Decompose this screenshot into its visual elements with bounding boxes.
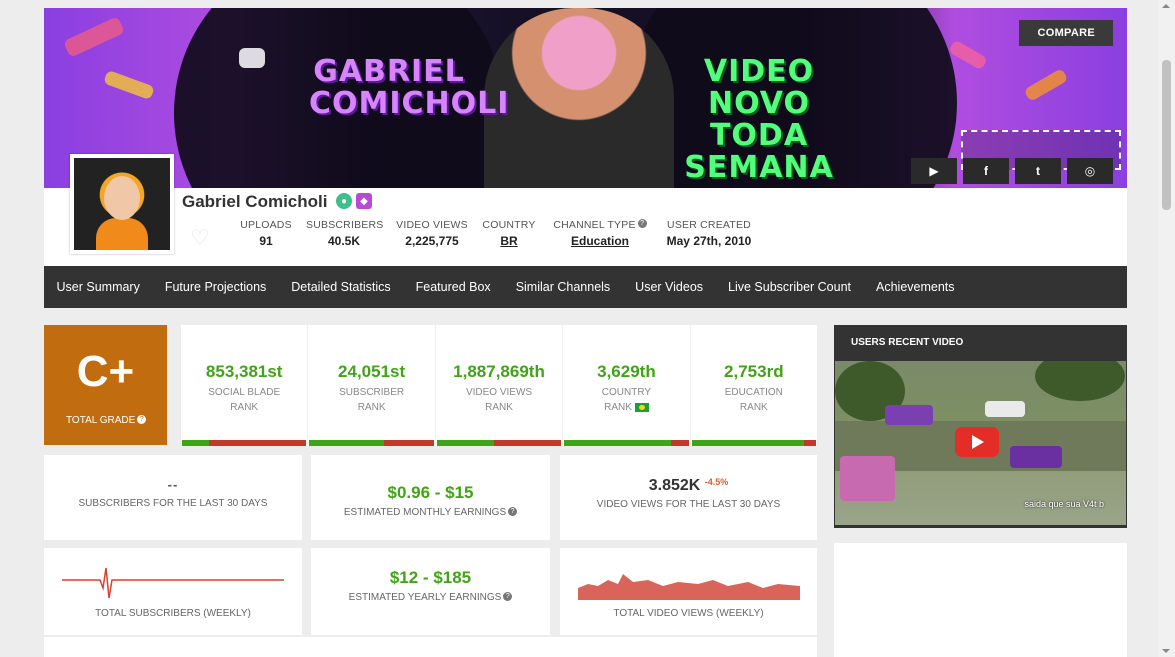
banner-decoration [63, 16, 125, 58]
avatar [70, 154, 174, 254]
country-link[interactable]: BR [481, 234, 537, 248]
monthly-earnings-card: $0.96 - $15 ESTIMATED MONTHLY EARNINGS? [311, 455, 550, 540]
tree [1035, 361, 1125, 401]
section-nav: User Summary Future Projections Detailed… [44, 266, 1127, 308]
recent-video-thumbnail[interactable]: saida que sua V4t b [835, 361, 1126, 525]
help-icon[interactable]: ? [637, 219, 647, 228]
total-subscribers-card: TOTAL SUBSCRIBERS (WEEKLY) [44, 548, 302, 635]
twitter-icon[interactable]: t [1015, 158, 1061, 184]
banner-title-left: GABRIEL COMICHOLI [309, 54, 510, 121]
total-video-views-card: TOTAL VIDEO VIEWS (WEEKLY) [560, 548, 817, 635]
channel-name: Gabriel Comicholi [182, 192, 328, 211]
rank-country: 3,629th COUNTRY RANK [563, 325, 691, 446]
play-icon[interactable] [955, 427, 999, 457]
scroll-up-icon[interactable] [1162, 4, 1170, 8]
youtube-icon[interactable]: ▶ [911, 158, 957, 184]
nav-similar-channels[interactable]: Similar Channels [503, 280, 622, 294]
rank-bar [182, 440, 307, 446]
heart-icon[interactable]: ♡ [190, 225, 210, 251]
rank-bar [564, 440, 689, 446]
grade-letter: C+ [76, 347, 135, 396]
car [885, 405, 933, 425]
help-icon[interactable]: ? [508, 507, 518, 516]
banner-decoration [103, 69, 155, 101]
nav-achievements[interactable]: Achievements [864, 280, 968, 294]
subscribers-sparkline [62, 567, 284, 599]
next-section-card [44, 637, 817, 657]
page-scrollbar[interactable] [1158, 0, 1175, 657]
help-icon[interactable]: ? [137, 415, 147, 424]
scroll-down-icon[interactable] [1162, 649, 1170, 653]
webcam-overlay [840, 456, 895, 501]
rank-panel: 853,381st SOCIAL BLADE RANK 24,051st SUBS… [181, 325, 817, 446]
recent-video-title: USERS RECENT VIDEO [851, 337, 964, 348]
nav-future-projections[interactable]: Future Projections [152, 280, 278, 294]
nav-user-summary[interactable]: User Summary [44, 280, 152, 294]
video-views-30-days-card: 3.852K -4.5% VIDEO VIEWS FOR THE LAST 30… [560, 455, 817, 540]
stat-user-created: USER CREATED May 27th, 2010 [666, 219, 752, 248]
scroll-thumb[interactable] [1162, 60, 1171, 210]
help-icon[interactable]: ? [503, 592, 513, 601]
stat-uploads: UPLOADS 91 [240, 219, 292, 248]
brazil-flag-icon [634, 402, 649, 412]
nav-live-subscriber-count[interactable]: Live Subscriber Count [716, 280, 864, 294]
banner-decoration [948, 39, 988, 71]
banner-title-right: VIDEO NOVO TODA SEMANA [684, 54, 834, 185]
instagram-icon[interactable]: ◎ [1067, 158, 1113, 184]
rank-bar [309, 440, 434, 446]
sidebar-card [834, 543, 1127, 657]
rank-bar [691, 440, 817, 446]
rank-bar [436, 440, 562, 446]
rank-social-blade: 853,381st SOCIAL BLADE RANK [181, 325, 309, 446]
stat-subscribers: SUBSCRIBERS 40.5K [306, 219, 384, 248]
rank-subscriber: 24,051st SUBSCRIBER RANK [308, 325, 436, 446]
stat-channel-type: CHANNEL TYPE? Education [550, 219, 650, 248]
banner-person [484, 8, 674, 188]
banner-decoration [1023, 67, 1069, 103]
views-sparkline [578, 574, 800, 600]
video-caption: saida que sua V4t b [1024, 499, 1104, 509]
banner-decoration [239, 48, 265, 68]
compare-button[interactable]: COMPARE [1019, 20, 1113, 46]
stat-country: COUNTRY BR [481, 219, 537, 248]
verified-icon: ● [336, 193, 352, 209]
nav-featured-box[interactable]: Featured Box [403, 280, 503, 294]
nav-user-videos[interactable]: User Videos [623, 280, 716, 294]
recent-video-panel: USERS RECENT VIDEO saida que sua V4t b [834, 325, 1127, 528]
grade-label: TOTAL GRADE [66, 415, 136, 426]
car [1010, 446, 1062, 468]
channel-type-link[interactable]: Education [550, 234, 650, 248]
rank-education: 2,753rd EDUCATION RANK [691, 325, 817, 446]
subscribers-30-days-card: -- SUBSCRIBERS FOR THE LAST 30 DAYS [44, 455, 302, 540]
total-grade: C+ TOTAL GRADE? [44, 325, 167, 445]
facebook-icon[interactable]: f [963, 158, 1009, 184]
car [985, 401, 1025, 417]
nav-detailed-statistics[interactable]: Detailed Statistics [279, 280, 403, 294]
views-change: -4.5% [704, 477, 729, 487]
stat-video-views: VIDEO VIEWS 2,225,775 [396, 219, 468, 248]
yearly-earnings-card: $12 - $185 ESTIMATED YEARLY EARNINGS? [311, 548, 550, 635]
rank-video-views: 1,887,869th VIDEO VIEWS RANK [436, 325, 564, 446]
partner-icon: ◆ [356, 193, 372, 209]
channel-banner: GABRIEL COMICHOLI VIDEO NOVO TODA SEMANA… [44, 8, 1127, 188]
